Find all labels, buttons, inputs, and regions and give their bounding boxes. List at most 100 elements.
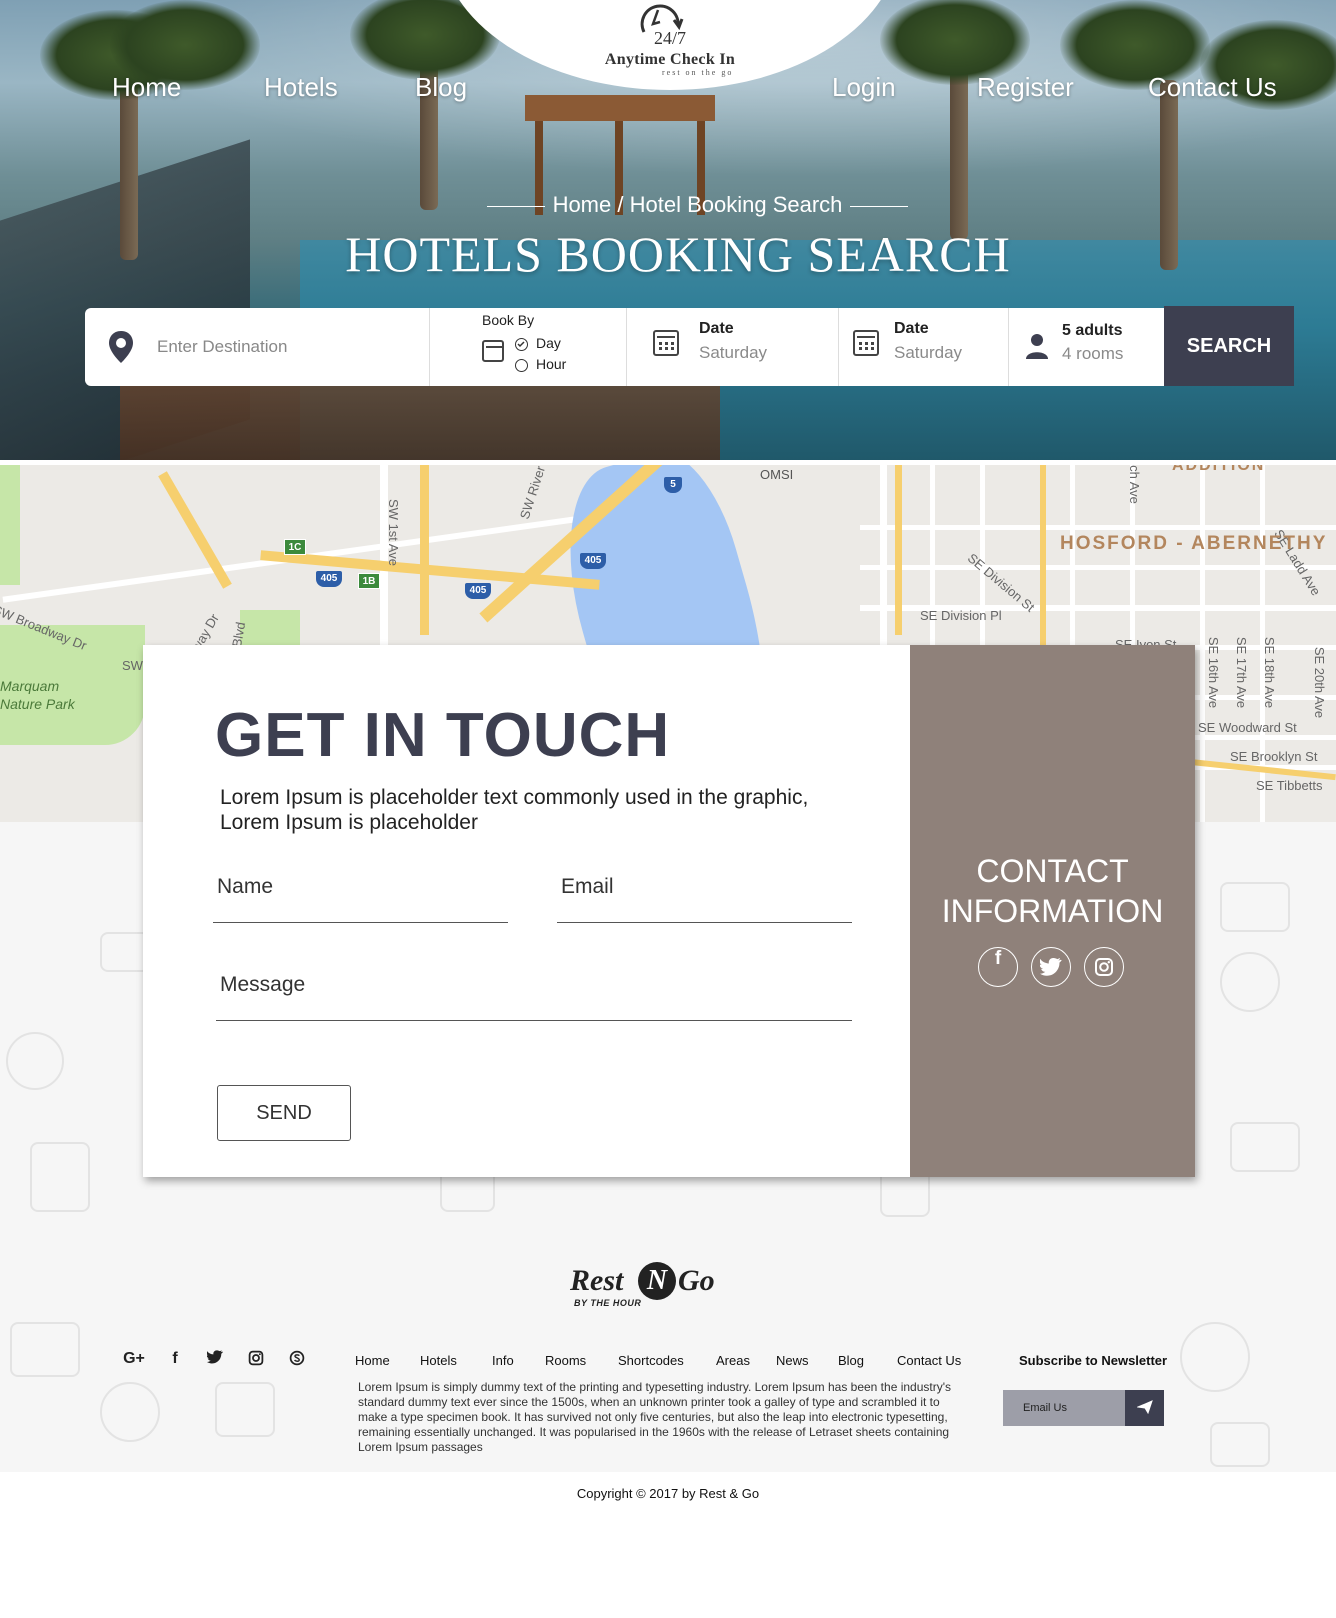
- footer-link-contact[interactable]: Contact Us: [897, 1353, 961, 1368]
- map-label: SE 18th Ave: [1262, 636, 1278, 709]
- footer-link-areas[interactable]: Areas: [716, 1353, 750, 1368]
- checkin-cell[interactable]: Date Saturday: [627, 308, 839, 386]
- hero-banner: 24/7 Anytime Check In rest on the go Hom…: [0, 0, 1336, 460]
- map-label: SE 17th Ave: [1234, 636, 1250, 709]
- footer-link-news[interactable]: News: [776, 1353, 809, 1368]
- footer-text: Lorem Ipsum is simply dummy text of the …: [358, 1380, 952, 1454]
- name-field: [213, 865, 512, 923]
- nav-contact[interactable]: Contact Us: [1148, 72, 1277, 103]
- destination-input[interactable]: [157, 330, 407, 364]
- copyright: Copyright © 2017 by Rest & Go: [576, 1486, 760, 1501]
- site-logo[interactable]: 24/7 Anytime Check In rest on the go: [590, 0, 750, 80]
- checkout-label: Date: [894, 320, 929, 337]
- booking-search-bar: Book By Day Hour Date Saturday Date Satu…: [85, 308, 1293, 386]
- destination-cell: [85, 308, 430, 386]
- message-input[interactable]: [220, 963, 856, 1007]
- map-neighborhood: HOSFORD - ABERNETHY: [1060, 533, 1328, 554]
- footer-link-rooms[interactable]: Rooms: [545, 1353, 586, 1368]
- map-label: SW: [122, 658, 143, 673]
- contact-card: GET IN TOUCH Lorem Ipsum is placeholder …: [143, 645, 1195, 1177]
- twitter-icon[interactable]: [1031, 947, 1071, 987]
- newsletter-title: Subscribe to Newsletter: [1019, 1353, 1168, 1368]
- contact-form-panel: GET IN TOUCH Lorem Ipsum is placeholder …: [143, 645, 910, 1177]
- name-input[interactable]: [217, 865, 512, 909]
- radio-day-label: Day: [536, 335, 561, 351]
- search-button[interactable]: SEARCH: [1164, 306, 1294, 386]
- facebook-icon[interactable]: f: [163, 1350, 187, 1368]
- send-button[interactable]: SEND: [217, 1085, 351, 1141]
- map-park: [240, 610, 300, 650]
- highway-shield: 405: [465, 583, 491, 599]
- map-label: Marquam: [0, 678, 60, 694]
- newsletter-submit-button[interactable]: [1125, 1390, 1164, 1426]
- highway-shield: 405: [580, 553, 606, 569]
- footer-logo[interactable]: Rest N Go BY THE HOUR: [570, 1262, 730, 1312]
- contact-info-title-line2: INFORMATION: [941, 893, 1164, 929]
- location-pin-icon: [109, 331, 133, 363]
- map-label: SW 1st Ave: [385, 499, 401, 566]
- guests-value: 5 adults: [1062, 322, 1123, 339]
- contact-info-panel: CONTACT INFORMATION f: [910, 645, 1195, 1177]
- map-neighborhood-top: ADDITION: [1172, 465, 1266, 474]
- book-by-label: Book By: [482, 312, 535, 328]
- nav-blog[interactable]: Blog: [415, 72, 467, 103]
- page-title: HOTELS BOOKING SEARCH: [345, 226, 1011, 282]
- breadcrumb: Home / Hotel Booking Search: [0, 192, 1336, 218]
- google-plus-icon[interactable]: G+: [122, 1350, 146, 1368]
- map-label: OMSI: [760, 467, 794, 482]
- contact-info-title-line1: CONTACT: [976, 853, 1129, 889]
- twitter-icon[interactable]: [203, 1350, 227, 1369]
- footer-link-hotels[interactable]: Hotels: [420, 1353, 457, 1368]
- rooms-value: 4 rooms: [1062, 344, 1124, 363]
- nav-login[interactable]: Login: [832, 72, 896, 103]
- user-icon: [1026, 334, 1048, 359]
- exit-badge: 1B: [358, 573, 380, 589]
- map-label: SE Woodward St: [1198, 720, 1297, 735]
- checkout-value: Saturday: [894, 343, 963, 362]
- nav-register[interactable]: Register: [977, 72, 1074, 103]
- radio-hour[interactable]: [515, 359, 528, 372]
- email-field: [557, 865, 856, 923]
- instagram-icon[interactable]: [1084, 947, 1124, 987]
- checkout-cell[interactable]: Date Saturday: [839, 308, 1009, 386]
- footer-link-info[interactable]: Info: [492, 1353, 514, 1368]
- skype-icon[interactable]: [285, 1350, 309, 1371]
- breadcrumb-home[interactable]: Home: [553, 192, 612, 217]
- logo-brand: Anytime Check In: [604, 51, 736, 68]
- radio-day[interactable]: [515, 338, 528, 351]
- calendar-icon: [653, 330, 679, 356]
- map-label: ch Ave: [1126, 465, 1142, 504]
- contact-intro: Lorem Ipsum is placeholder text commonly…: [220, 786, 809, 834]
- map-park: [0, 465, 20, 585]
- calendar-icon: [853, 330, 879, 356]
- contact-info-title: CONTACT INFORMATION: [910, 851, 1195, 931]
- footer-logo-part1: Rest: [570, 1264, 624, 1297]
- map-label: Nature Park: [0, 696, 75, 712]
- map-label: SE 16th Ave: [1206, 636, 1222, 709]
- instagram-icon[interactable]: [244, 1350, 268, 1371]
- email-input[interactable]: [561, 865, 856, 909]
- calendar-icon: [482, 340, 504, 362]
- footer-link-shortcodes[interactable]: Shortcodes: [618, 1353, 684, 1368]
- paper-plane-icon: [1135, 1399, 1153, 1414]
- nav-home[interactable]: Home: [112, 72, 181, 103]
- breadcrumb-current: Hotel Booking Search: [629, 192, 843, 217]
- logo-clock-text: 24/7: [654, 28, 687, 48]
- guests-cell[interactable]: 5 adults 4 rooms: [1009, 308, 1164, 386]
- message-field: [216, 963, 856, 1021]
- contact-title: GET IN TOUCH: [215, 701, 671, 770]
- breadcrumb-separator: /: [617, 192, 624, 217]
- map-label: SE Brooklyn St: [1230, 749, 1318, 764]
- map-label: SE Tibbetts: [1256, 778, 1323, 793]
- checkin-value: Saturday: [699, 343, 768, 362]
- highway-shield: 405: [316, 571, 342, 587]
- nav-hotels[interactable]: Hotels: [264, 72, 338, 103]
- footer-logo-part2: Go: [678, 1264, 715, 1297]
- facebook-icon[interactable]: f: [978, 947, 1018, 987]
- map-label: SE 20th Ave: [1312, 646, 1328, 719]
- checkin-label: Date: [699, 320, 734, 337]
- footer-link-blog[interactable]: Blog: [838, 1353, 864, 1368]
- newsletter-email-input[interactable]: [1003, 1390, 1125, 1426]
- footer-link-home[interactable]: Home: [355, 1353, 390, 1368]
- radio-hour-label: Hour: [536, 356, 567, 372]
